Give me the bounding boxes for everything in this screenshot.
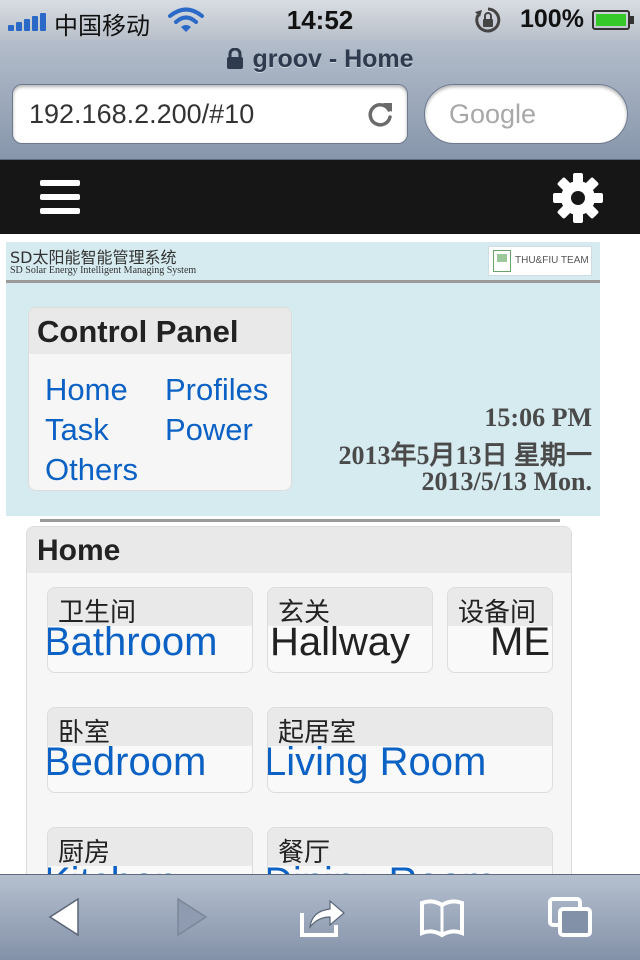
address-bar[interactable]: 192.168.2.200/#10 (12, 84, 408, 144)
room-name-en[interactable]: ME (490, 618, 550, 666)
url-text[interactable]: 192.168.2.200/#10 (29, 99, 254, 130)
nav-link-power[interactable]: Power (165, 412, 253, 448)
back-arrow-icon[interactable] (42, 895, 90, 939)
room-name-en[interactable]: Bedroom (48, 738, 206, 786)
room-name-en[interactable]: Dining Room (268, 858, 495, 874)
banner-title-en: SD Solar Energy Intelligent Managing Sys… (10, 265, 197, 276)
app-header (0, 160, 640, 234)
room-name-en[interactable]: Living Room (268, 738, 486, 786)
room-name-en[interactable]: Bathroom (48, 618, 217, 666)
room-tile-bedroom[interactable]: 卧室 Bedroom (47, 707, 253, 793)
current-date-en: 2013/5/13 Mon. (421, 467, 592, 496)
gear-icon[interactable] (552, 172, 604, 224)
control-panel: Control Panel Home Profiles Task Power O… (28, 307, 292, 491)
lock-icon (227, 48, 244, 69)
page-title-text: groov - Home (252, 45, 414, 73)
room-tile-bathroom[interactable]: 卫生间 Bathroom (47, 587, 253, 673)
current-time: 15:06 PM (484, 403, 592, 432)
room-name-en[interactable]: Kitchen (48, 858, 177, 874)
room-tile-me[interactable]: 设备间 ME (447, 587, 553, 673)
search-placeholder[interactable]: Google (449, 99, 536, 130)
nav-link-profiles[interactable]: Profiles (165, 372, 268, 408)
team-name: THU&FIU TEAM (515, 255, 589, 266)
dashboard-hero: Control Panel Home Profiles Task Power O… (6, 283, 600, 516)
forward-arrow-icon[interactable] (166, 895, 214, 939)
hamburger-menu-icon[interactable] (40, 180, 80, 214)
room-tile-kitchen[interactable]: 厨房 Kitchen (47, 827, 253, 874)
room-tile-hallway[interactable]: 玄关 Hallway (267, 587, 433, 673)
room-tile-living-room[interactable]: 起居室 Living Room (267, 707, 553, 793)
nav-link-home[interactable]: Home (45, 372, 128, 408)
control-panel-title: Control Panel (29, 308, 291, 354)
page-content[interactable]: SD太阳能智能管理系统 SD Solar Energy Intelligent … (0, 234, 640, 874)
room-name-en[interactable]: Hallway (270, 618, 410, 666)
browser-toolbar: groov - Home 192.168.2.200/#10 Google (0, 40, 640, 160)
battery-percentage: 100% (520, 5, 584, 33)
home-panel: Home 卫生间 Bathroom 玄关 Hallway 设备间 ME 卧室 B… (26, 526, 572, 874)
section-divider (40, 519, 560, 522)
nav-link-others[interactable]: Others (45, 452, 138, 488)
share-icon[interactable] (298, 895, 346, 939)
rotation-lock-icon (475, 7, 501, 33)
tabs-icon[interactable] (546, 895, 594, 939)
room-tile-dining-room[interactable]: 餐厅 Dining Room (267, 827, 553, 874)
team-logo: THU&FIU TEAM (488, 246, 592, 276)
reload-icon[interactable] (365, 99, 395, 129)
bookmarks-icon[interactable] (418, 895, 466, 939)
team-logo-mark (493, 250, 511, 272)
status-bar: 中国移动 14:52 100% (0, 0, 640, 40)
page-title: groov - Home (0, 45, 640, 74)
system-banner: SD太阳能智能管理系统 SD Solar Energy Intelligent … (6, 242, 600, 280)
browser-bottom-toolbar (0, 874, 640, 960)
home-panel-title: Home (27, 527, 571, 573)
battery-icon (592, 10, 634, 30)
nav-link-task[interactable]: Task (45, 412, 109, 448)
search-field[interactable]: Google (424, 84, 628, 144)
